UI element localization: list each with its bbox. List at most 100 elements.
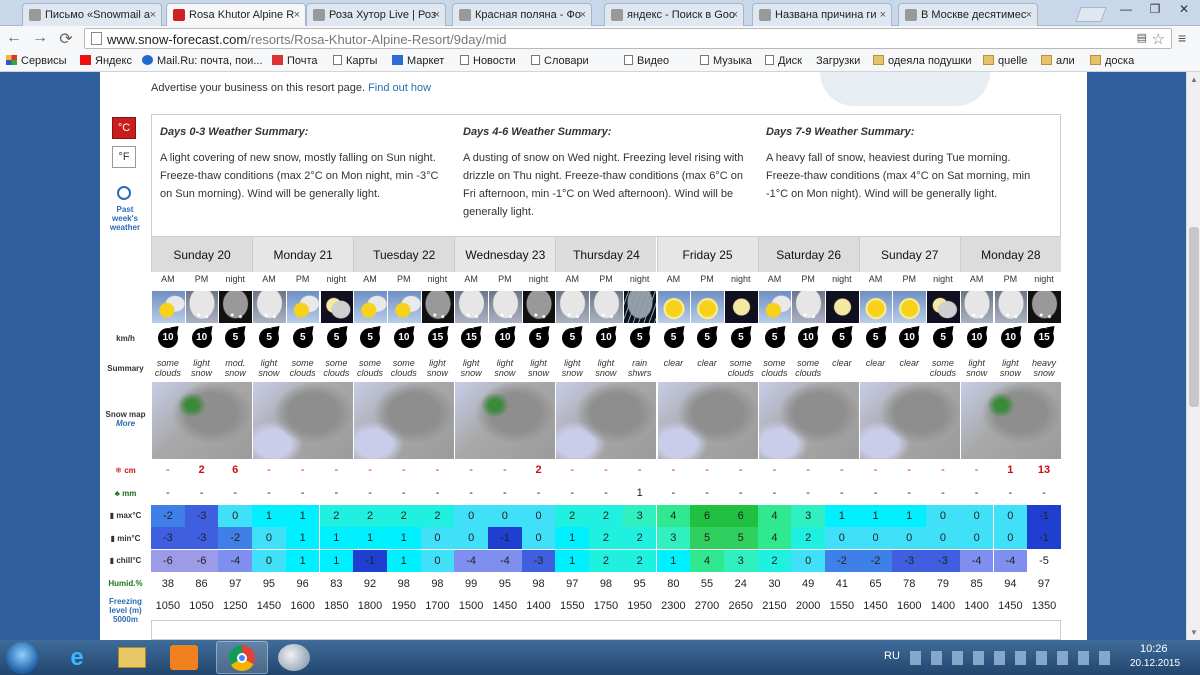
browser-tab[interactable]: Rosa Khutor Alpine R ×	[166, 3, 306, 27]
url-text[interactable]: www.snow-forecast.com/resorts/Rosa-Khuto…	[107, 32, 507, 47]
forward-icon[interactable]: →	[30, 29, 50, 47]
snow-map-thumbnail[interactable]	[757, 382, 859, 459]
bookmark-item[interactable]: Карты	[333, 55, 377, 67]
weather-moon-icon	[825, 291, 859, 323]
language-indicator[interactable]: RU	[884, 650, 900, 662]
ie-taskbar-icon[interactable]: e	[62, 644, 92, 671]
snow-forecast-icon	[173, 9, 185, 21]
fahrenheit-button[interactable]: °F	[112, 146, 136, 168]
paint-taskbar-icon[interactable]	[278, 644, 310, 671]
address-bar[interactable]: www.snow-forecast.com/resorts/Rosa-Khuto…	[84, 28, 1172, 49]
snow-map-thumbnail[interactable]	[252, 382, 354, 459]
clock-date[interactable]: 20.12.2015	[1130, 658, 1180, 669]
row-label-humid: Humid.%	[108, 579, 143, 588]
bookmark-star-icon[interactable]: ☆	[1152, 30, 1165, 48]
browser-tab[interactable]: Красная поляна - Фо ×	[452, 3, 592, 26]
snow-map-thumbnail[interactable]	[858, 382, 960, 459]
max-temp-value: 0	[993, 505, 1028, 527]
clock-time[interactable]: 10:26	[1140, 643, 1168, 655]
page-content: Advertise your business on this resort p…	[100, 72, 1087, 640]
gmail-icon	[272, 55, 283, 65]
snow-cm-value: 13	[1037, 464, 1051, 476]
bookmark-item[interactable]: одеяла подушки	[873, 55, 972, 67]
snow-map-thumbnail[interactable]	[656, 382, 758, 459]
snow-cm-value: -	[368, 464, 372, 476]
snow-cm-value: -	[907, 464, 912, 476]
bookmark-item[interactable]: Видео	[624, 55, 669, 67]
snow-map-thumbnail[interactable]	[959, 382, 1061, 459]
bookmark-item[interactable]: Новости	[460, 55, 516, 67]
media-taskbar-icon[interactable]	[170, 645, 198, 670]
snow-map-thumbnail[interactable]	[454, 382, 556, 459]
close-window-button[interactable]: ✕	[1170, 0, 1198, 20]
weather-summary-text: some clouds	[929, 358, 956, 378]
bookmark-item[interactable]: али	[1041, 55, 1075, 67]
start-button[interactable]	[6, 642, 38, 674]
explorer-taskbar-icon[interactable]	[118, 647, 146, 668]
back-icon[interactable]: ←	[4, 29, 24, 47]
snow-map-thumbnail[interactable]	[555, 382, 657, 459]
close-tab-icon[interactable]: ×	[580, 9, 586, 21]
close-tab-icon[interactable]: ×	[732, 9, 738, 21]
tray-icons[interactable]	[910, 651, 1118, 665]
period-label: night	[225, 274, 245, 284]
minimize-button[interactable]: —	[1112, 0, 1140, 20]
wind-arrow-icon: 5	[629, 328, 650, 348]
bookmark-item[interactable]: Музыка	[700, 55, 752, 67]
freezing-level-value: 1400	[930, 600, 956, 612]
translate-icon[interactable]: ▤	[1137, 31, 1147, 44]
bookmark-label: Mail.Ru: почта, пои...	[157, 55, 263, 67]
browser-tab[interactable]: яндекс - Поиск в Goo ×	[604, 3, 744, 26]
chrome-taskbar-icon[interactable]	[216, 641, 268, 674]
bookmark-item[interactable]: доска	[1090, 55, 1134, 67]
scroll-up-icon[interactable]: ▲	[1190, 75, 1198, 84]
humidity-value: 83	[330, 578, 343, 590]
celsius-button[interactable]: °C	[112, 117, 136, 139]
close-tab-icon[interactable]: ×	[880, 9, 886, 21]
close-tab-icon[interactable]: ×	[1026, 9, 1032, 21]
bookmark-item[interactable]: Словари	[531, 55, 589, 67]
snowmap-more-link[interactable]: More	[100, 419, 151, 428]
max-temp-value: 0	[454, 505, 488, 527]
page-icon	[333, 55, 342, 65]
bookmark-item[interactable]: Сервисы	[6, 55, 67, 67]
browser-tab[interactable]: В Москве десятимес ×	[898, 3, 1038, 26]
bookmark-item[interactable]: Mail.Ru: почта, пои...	[142, 55, 263, 67]
maximize-button[interactable]: ❐	[1141, 0, 1169, 20]
bookmark-item[interactable]: Яндекс	[80, 55, 132, 67]
bookmark-item[interactable]: Загрузки	[801, 55, 860, 67]
weather-summary-text: some clouds	[727, 358, 754, 378]
snow-cm-value: -	[772, 464, 777, 476]
bookmark-item[interactable]: Диск	[765, 55, 802, 67]
wind-arrow-icon: 10	[1000, 328, 1021, 348]
humidity-value: 79	[936, 578, 950, 590]
menu-icon[interactable]: ≡	[1178, 30, 1186, 46]
close-tab-icon[interactable]: ×	[294, 9, 300, 21]
rain-mm-value: -	[300, 487, 305, 499]
clock-icon[interactable]	[117, 186, 131, 200]
weather-cloudsnow-icon	[791, 291, 825, 323]
scroll-down-icon[interactable]: ▼	[1190, 628, 1198, 637]
snow-map-thumbnail[interactable]	[353, 382, 455, 459]
close-tab-icon[interactable]: ×	[434, 9, 440, 21]
close-tab-icon[interactable]: ×	[150, 9, 156, 21]
max-temp-value: 0	[488, 505, 522, 527]
wind-arrow-icon: 5	[562, 328, 583, 348]
new-tab-button[interactable]	[1075, 7, 1107, 22]
browser-tab[interactable]: Письмо «Snowmail a ×	[22, 3, 162, 26]
past-weather-link[interactable]: Past week's weather	[106, 205, 144, 232]
reload-icon[interactable]: ⟳	[56, 29, 76, 49]
browser-tab[interactable]: Названа причина ги ×	[752, 3, 892, 26]
max-temp-value: 3	[622, 505, 657, 527]
bookmark-item[interactable]: Маркет	[392, 55, 444, 67]
chill-temp-value: 1	[285, 550, 320, 572]
browser-tab[interactable]: Роза Хутор Live | Роз ×	[306, 3, 446, 26]
advert-link[interactable]: Find out how	[368, 82, 431, 94]
snow-map-thumbnail[interactable]	[151, 382, 253, 459]
scrollbar-thumb[interactable]	[1189, 227, 1199, 407]
max-temp-value: 2	[353, 505, 387, 527]
chill-temp-value: 1	[656, 550, 691, 572]
page-scrollbar[interactable]: ▲ ▼	[1186, 72, 1200, 640]
bookmark-item[interactable]: quelle	[983, 55, 1027, 67]
bookmark-item[interactable]: Почта	[272, 55, 318, 67]
